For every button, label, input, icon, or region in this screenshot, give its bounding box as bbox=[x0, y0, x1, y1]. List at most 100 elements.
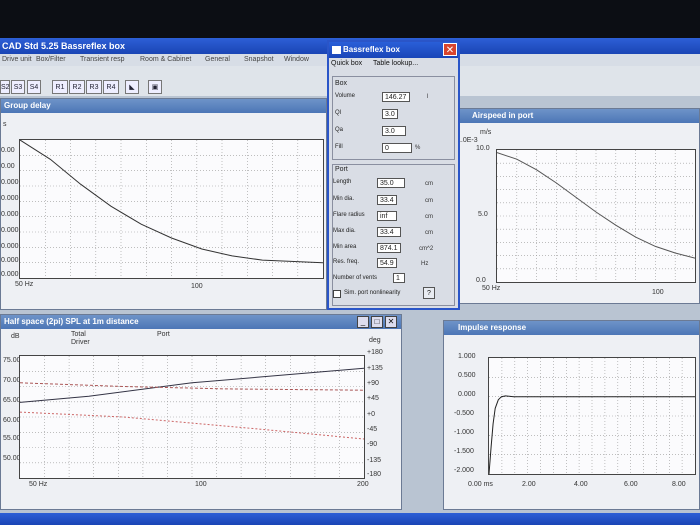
spl-ylabel: dB bbox=[11, 333, 20, 340]
res-freq-field[interactable]: 54.9 bbox=[377, 258, 397, 268]
spl-rtick: +180 bbox=[367, 349, 383, 356]
vents-label: Number of vents bbox=[333, 275, 378, 281]
gd-ytick: 0.00 bbox=[1, 147, 15, 154]
spl-rtick: -180 bbox=[367, 471, 382, 478]
spl-rtick: -45 bbox=[367, 426, 378, 433]
flare-radius-field[interactable]: inf bbox=[377, 211, 397, 221]
r3-button[interactable]: R3 bbox=[86, 80, 102, 94]
length-field[interactable]: 35.0 bbox=[377, 178, 405, 188]
impulse-curve bbox=[488, 395, 695, 475]
menu-window[interactable]: Window bbox=[284, 54, 309, 66]
airspeed-chart bbox=[496, 150, 696, 282]
help-button[interactable]: ? bbox=[423, 287, 435, 299]
airspeed-scale: 1.0E-3 bbox=[457, 137, 478, 144]
spl-rtick: +135 bbox=[367, 365, 383, 372]
gd-ytick: 0.00 bbox=[1, 163, 15, 170]
spl-window-controls: _ □ ✕ bbox=[357, 316, 399, 328]
ql-label: Ql bbox=[335, 110, 341, 116]
minimize-icon[interactable]: _ bbox=[357, 316, 369, 328]
length-label: Length bbox=[333, 179, 352, 185]
gd-xtick: 50 Hz bbox=[15, 281, 34, 288]
as-ytick: 10.0 bbox=[476, 145, 490, 152]
airspeed-title: Airspeed in port bbox=[456, 109, 699, 123]
gd-ytick: 0.000 bbox=[1, 195, 19, 202]
legend-driver: Driver bbox=[71, 339, 90, 346]
spl-rtick: +90 bbox=[367, 380, 379, 387]
spl-ytick: 75.00 bbox=[3, 357, 21, 364]
vents-field[interactable]: 1 bbox=[393, 273, 405, 283]
spl-ytick: 55.00 bbox=[3, 435, 21, 442]
spl-rlabel: deg bbox=[369, 337, 381, 344]
menu-snapshot[interactable]: Snapshot bbox=[244, 54, 274, 66]
imp-ytick: -1.500 bbox=[454, 448, 474, 455]
spl-ytick: 60.00 bbox=[3, 417, 21, 424]
spl-xtick: 100 bbox=[195, 481, 207, 488]
menu-transient[interactable]: Transient resp bbox=[80, 54, 124, 66]
spl-plot bbox=[19, 355, 365, 479]
imp-xtick: 0.00 ms bbox=[468, 481, 493, 488]
qa-field[interactable]: 3.0 bbox=[382, 126, 406, 136]
menu-box-filter[interactable]: Box/Filter bbox=[36, 54, 66, 66]
menu-drive-unit[interactable]: Drive unit bbox=[2, 54, 32, 66]
maximize-icon[interactable]: □ bbox=[371, 316, 383, 328]
res-freq-unit: Hz bbox=[421, 261, 429, 267]
save-icon[interactable]: ▣ bbox=[148, 80, 162, 94]
as-xtick: 50 Hz bbox=[482, 285, 501, 292]
spl-rtick: -135 bbox=[367, 457, 382, 464]
spl-title: Half space (2pi) SPL at 1m distance bbox=[1, 315, 401, 329]
fill-field[interactable]: 0 bbox=[382, 143, 412, 153]
s4-button[interactable]: S4 bbox=[27, 80, 41, 94]
volume-label: Volume bbox=[335, 93, 356, 99]
r1-button[interactable]: R1 bbox=[52, 80, 68, 94]
min-area-field[interactable]: 874.1 bbox=[377, 243, 401, 253]
total-curve bbox=[19, 367, 365, 403]
spl-ytick: 70.00 bbox=[3, 377, 21, 384]
imp-xtick: 6.00 bbox=[624, 481, 638, 488]
gd-ytick: 0.000 bbox=[1, 211, 19, 218]
impulse-plot bbox=[488, 357, 696, 475]
as-xtick: 100 bbox=[652, 289, 664, 296]
quick-box-menu[interactable]: Quick box bbox=[331, 60, 362, 67]
port-group-label: Port bbox=[335, 166, 348, 173]
impulse-panel: Impulse response 1.000 0.500 0.000 -0.50… bbox=[443, 320, 700, 510]
imp-ytick: -1.000 bbox=[454, 429, 474, 436]
min-dia-unit: cm bbox=[425, 198, 433, 204]
impulse-chart bbox=[488, 358, 695, 475]
airspeed-plot bbox=[496, 149, 696, 283]
close-icon[interactable]: ✕ bbox=[443, 43, 457, 56]
sim-port-checkbox[interactable] bbox=[333, 290, 341, 298]
imp-ytick: -0.500 bbox=[454, 410, 474, 417]
as-ytick: 5.0 bbox=[478, 211, 488, 218]
s2-button[interactable]: S2 bbox=[0, 80, 10, 94]
impulse-title: Impulse response bbox=[444, 321, 699, 335]
s3-button[interactable]: S3 bbox=[11, 80, 25, 94]
dialog-title: Bassreflex box bbox=[329, 42, 458, 58]
table-lookup-menu[interactable]: Table lookup... bbox=[373, 60, 418, 67]
spl-panel: Half space (2pi) SPL at 1m distance _ □ … bbox=[0, 314, 402, 510]
gd-xtick: 100 bbox=[191, 283, 203, 290]
speaker-icon[interactable]: ◣ bbox=[125, 80, 139, 94]
min-dia-field[interactable]: 33.4 bbox=[377, 195, 397, 205]
gd-ytick: 0.000 bbox=[1, 227, 19, 234]
max-dia-label: Max dia. bbox=[333, 228, 356, 234]
imp-xtick: 4.00 bbox=[574, 481, 588, 488]
spl-ytick: 50.00 bbox=[3, 455, 21, 462]
group-delay-plot bbox=[19, 139, 324, 279]
ql-field[interactable]: 3.0 bbox=[382, 109, 398, 119]
close-icon[interactable]: ✕ bbox=[385, 316, 397, 328]
gd-ytick: 0.000 bbox=[1, 179, 19, 186]
imp-ytick: 1.000 bbox=[458, 353, 476, 360]
min-area-unit: cm^2 bbox=[419, 246, 434, 252]
menu-general[interactable]: General bbox=[205, 54, 230, 66]
min-area-label: Min area bbox=[333, 244, 357, 250]
r4-button[interactable]: R4 bbox=[103, 80, 119, 94]
gd-ytick: 0.000 bbox=[1, 271, 19, 278]
menu-room-cabinet[interactable]: Room & Cabinet bbox=[140, 54, 191, 66]
max-dia-field[interactable]: 33.4 bbox=[377, 227, 401, 237]
window-icon bbox=[332, 46, 341, 54]
r2-button[interactable]: R2 bbox=[69, 80, 85, 94]
imp-xtick: 8.00 bbox=[672, 481, 686, 488]
spl-xtick: 50 Hz bbox=[29, 481, 48, 488]
volume-unit: l bbox=[427, 94, 429, 100]
volume-field[interactable]: 146.27 bbox=[382, 92, 410, 102]
